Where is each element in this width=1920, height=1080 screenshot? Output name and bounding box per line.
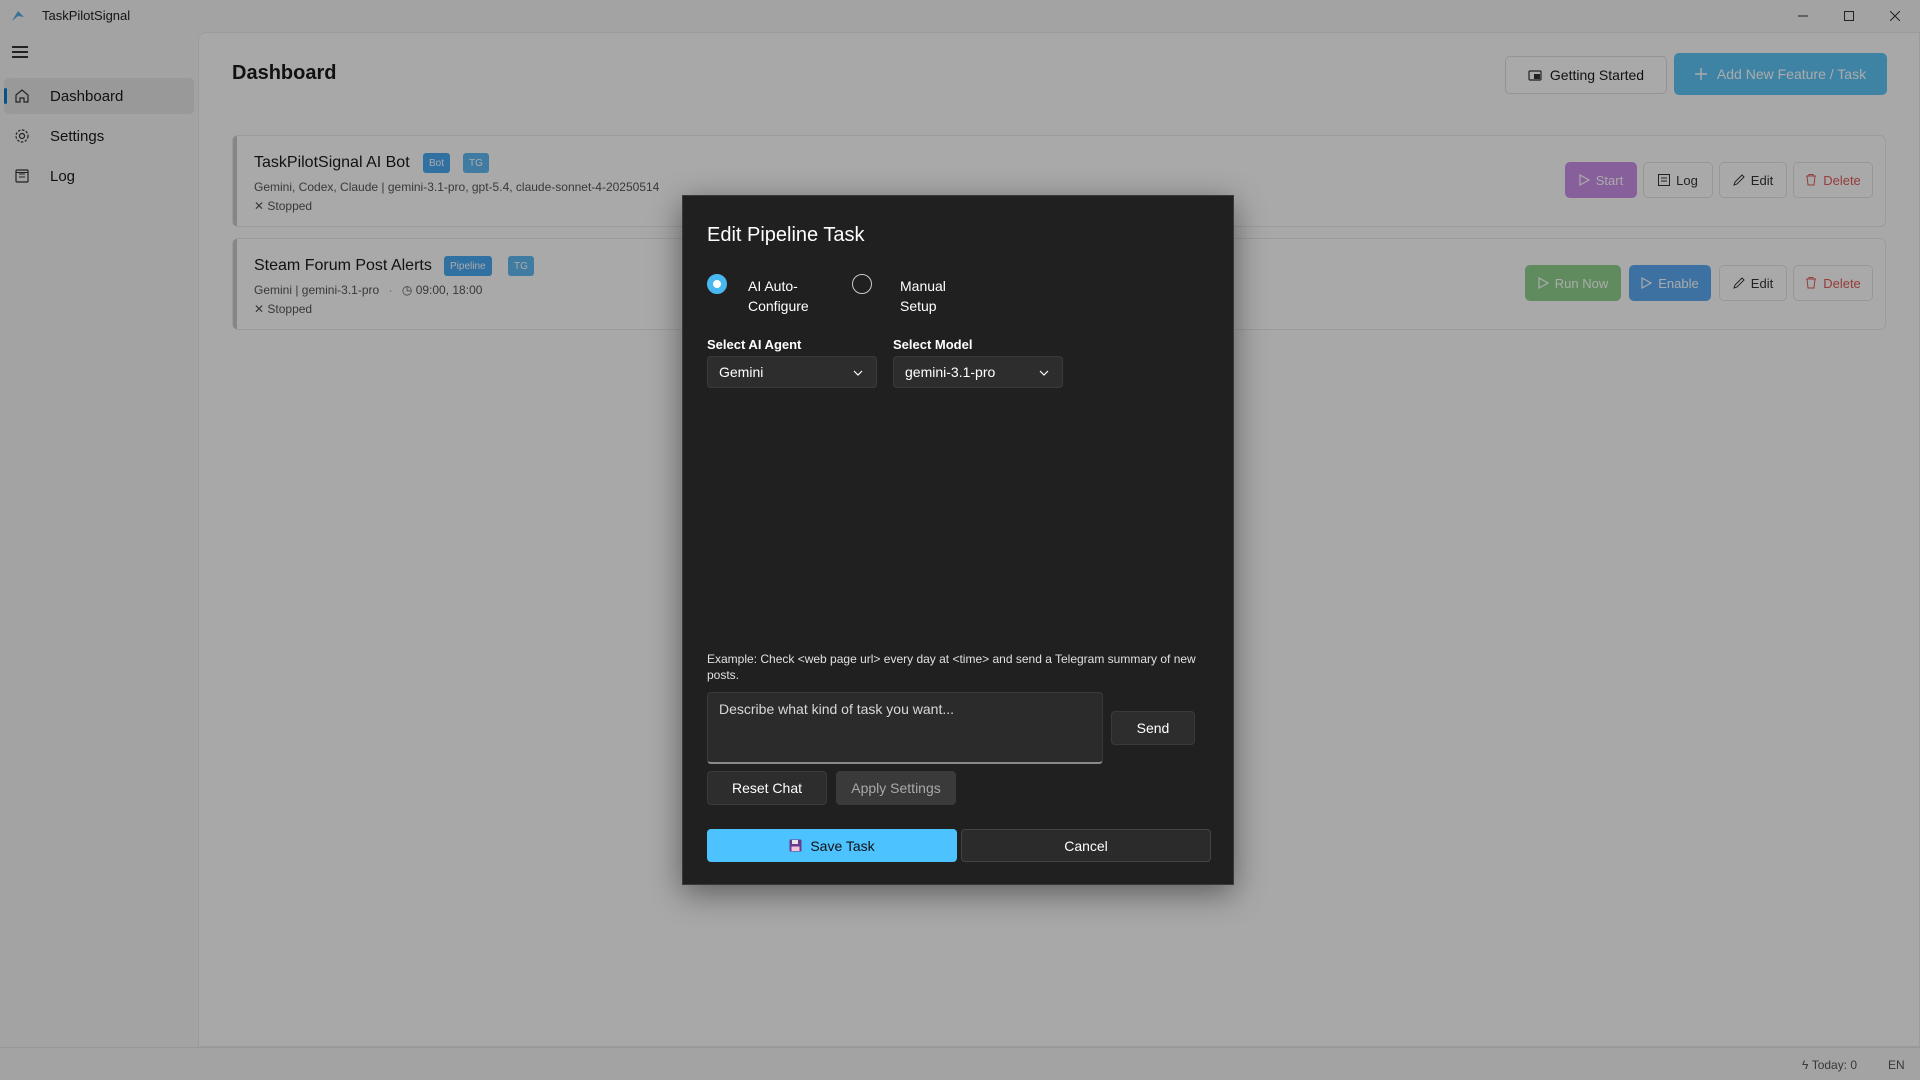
model-value: gemini-3.1-pro: [905, 364, 996, 380]
ai-auto-configure-radio[interactable]: [707, 274, 727, 294]
floppy-disk-icon: [789, 839, 802, 852]
manual-setup-label[interactable]: Manual Setup: [900, 276, 946, 316]
agent-value: Gemini: [719, 364, 764, 380]
chevron-down-icon: [1039, 370, 1049, 376]
model-label: Select Model: [893, 337, 973, 352]
ai-auto-configure-label[interactable]: AI Auto- Configure: [748, 276, 809, 316]
dialog-title: Edit Pipeline Task: [707, 224, 865, 246]
task-description-input[interactable]: [707, 692, 1103, 764]
save-task-label: Save Task: [810, 837, 875, 854]
manual-setup-radio[interactable]: [852, 274, 872, 294]
cancel-button[interactable]: Cancel: [961, 829, 1211, 862]
agent-select[interactable]: Gemini: [707, 356, 877, 388]
model-select[interactable]: gemini-3.1-pro: [893, 356, 1063, 388]
apply-settings-button[interactable]: Apply Settings: [836, 771, 956, 805]
reset-chat-button[interactable]: Reset Chat: [707, 771, 827, 805]
save-task-button[interactable]: Save Task: [707, 829, 957, 862]
example-hint: Example: Check <web page url> every day …: [707, 652, 1196, 682]
send-button[interactable]: Send: [1111, 711, 1195, 745]
agent-label: Select AI Agent: [707, 337, 802, 352]
edit-pipeline-dialog: Edit Pipeline Task AI Auto- Configure Ma…: [682, 195, 1234, 885]
chevron-down-icon: [853, 370, 863, 376]
